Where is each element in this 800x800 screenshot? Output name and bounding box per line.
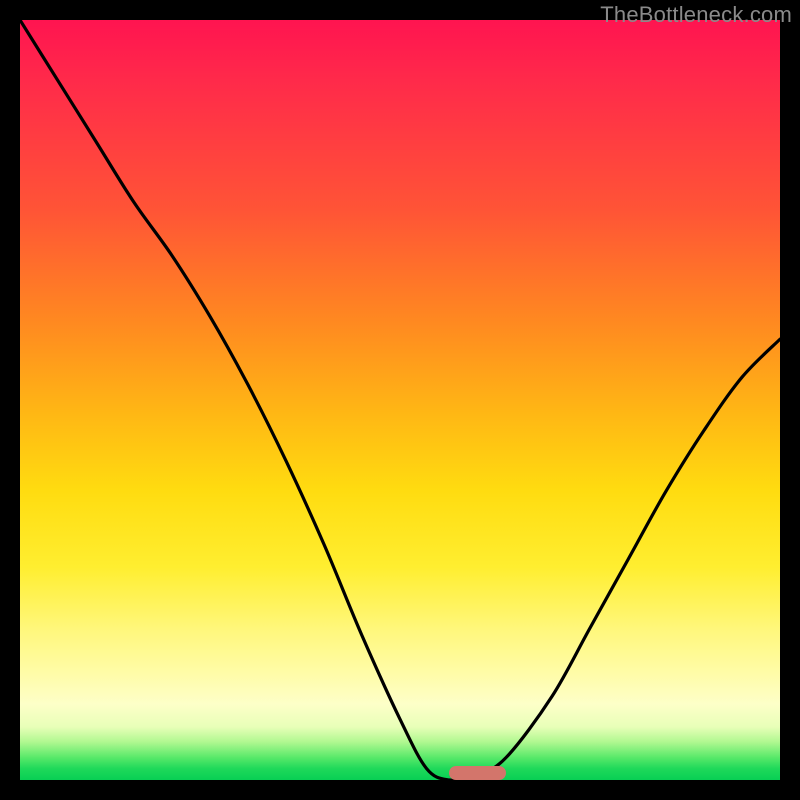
watermark-text: TheBottleneck.com xyxy=(600,2,792,28)
bottleneck-curve xyxy=(20,20,780,780)
plot-area xyxy=(20,20,780,780)
chart-frame: TheBottleneck.com xyxy=(0,0,800,800)
optimal-range-marker xyxy=(449,766,506,780)
